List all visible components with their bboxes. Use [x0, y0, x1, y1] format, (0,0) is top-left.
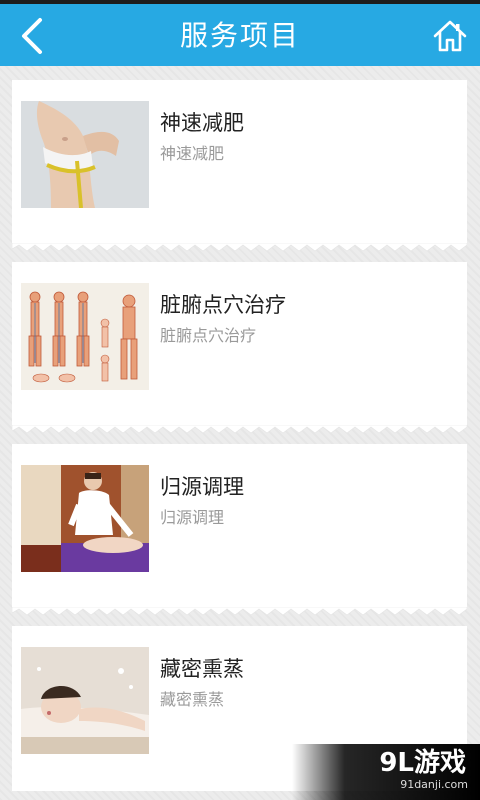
service-subtitle: 归源调理	[160, 508, 225, 527]
spa-relaxation-photo	[21, 647, 149, 754]
massage-therapy-photo	[21, 465, 149, 572]
zigzag-edge	[12, 425, 467, 434]
service-card-weight-loss[interactable]: 神速减肥 神速减肥	[12, 80, 467, 252]
acupoint-chart-photo	[21, 283, 149, 390]
service-subtitle: 神速减肥	[160, 144, 225, 163]
zigzag-edge	[12, 607, 467, 616]
watermark-domain: 91danji.com	[400, 778, 468, 791]
waist-measuring-tape-photo	[21, 101, 149, 208]
service-subtitle: 脏腑点穴治疗	[160, 326, 257, 345]
service-card-acupoint[interactable]: 脏腑点穴治疗 脏腑点穴治疗	[12, 262, 467, 434]
service-name: 藏密熏蒸	[160, 657, 244, 681]
service-card-conditioning[interactable]: 归源调理 归源调理	[12, 444, 467, 616]
home-icon[interactable]	[432, 18, 468, 54]
page-title: 服务项目	[179, 19, 300, 52]
watermark-logo: 9L游戏	[379, 748, 466, 778]
zigzag-edge	[12, 243, 467, 252]
service-name: 神速减肥	[160, 111, 244, 135]
top-app-bar: 服务项目	[0, 0, 480, 66]
watermark: 9L游戏 91danji.com	[292, 744, 480, 800]
service-subtitle: 藏密熏蒸	[160, 690, 225, 709]
service-name: 脏腑点穴治疗	[160, 293, 286, 317]
service-name: 归源调理	[160, 475, 244, 499]
